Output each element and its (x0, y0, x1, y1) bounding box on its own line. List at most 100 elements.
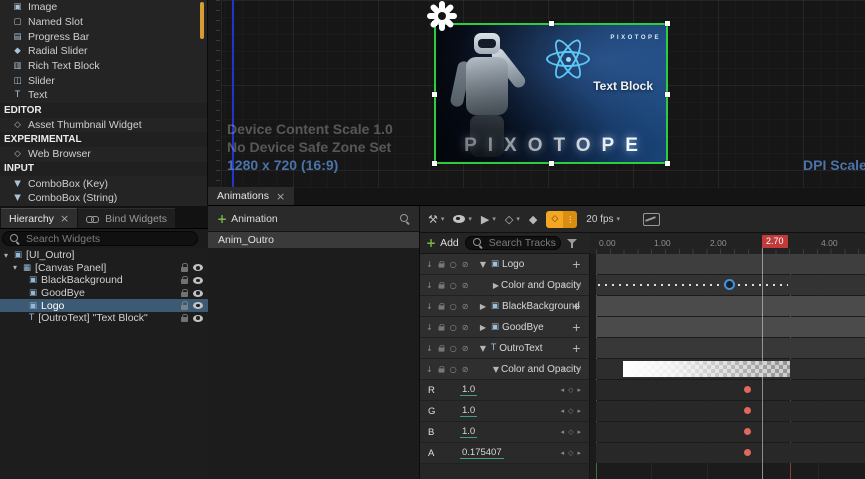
visibility-eye-icon[interactable] (193, 290, 203, 297)
tree-item-logo[interactable]: ▣ Logo (0, 299, 208, 312)
pin-icon[interactable]: ↓ (426, 344, 433, 353)
add-track-button[interactable]: + Add (426, 236, 459, 250)
mute-icon[interactable]: ⊘ (462, 302, 469, 311)
logo-image-preview[interactable]: PIXOTOPE Text Block PIXOTOPE (436, 25, 666, 162)
channel-row-r[interactable]: R 1.0 ◂◇▸ (420, 380, 589, 401)
lane-channel-g[interactable] (596, 401, 865, 421)
keyframe-dot-series[interactable] (598, 284, 788, 286)
curve-editor-button[interactable] (643, 213, 660, 226)
track-row-logo[interactable]: ↓○⊘ ▼ ▣ Logo + (420, 254, 589, 275)
sequencer-options-button[interactable]: ⚒▾ (428, 213, 444, 226)
palette-item-named-slot[interactable]: ▢Named Slot (0, 15, 207, 30)
mute-icon[interactable]: ⊘ (462, 365, 469, 374)
resize-handle[interactable] (432, 92, 437, 97)
close-icon[interactable]: × (276, 190, 285, 203)
resize-handle[interactable] (665, 92, 670, 97)
palette-section-experimental[interactable]: EXPERIMENTAL (0, 132, 207, 147)
palette-scrollbar[interactable] (200, 2, 204, 39)
palette-item-radial-slider[interactable]: ◆Radial Slider (0, 44, 207, 59)
tab-bind-widgets[interactable]: Bind Widgets (78, 208, 175, 228)
lock-icon[interactable] (438, 305, 444, 309)
tree-item-ui-outro[interactable]: ▾ ▣ [UI_Outro] (0, 249, 208, 262)
next-keyframe-icon[interactable]: ▸ (577, 428, 581, 436)
palette-item-combobox-string[interactable]: ▼ComboBox (String) (0, 191, 207, 206)
add-keyframe-icon[interactable]: ◇ (568, 449, 573, 457)
lane-logo[interactable] (596, 254, 865, 274)
expander-icon[interactable]: ▼ (478, 260, 488, 269)
tab-animations[interactable]: Animations × (208, 187, 294, 205)
next-keyframe-icon[interactable]: ▸ (577, 386, 581, 394)
fps-dropdown[interactable]: 20 fps ▾ (586, 214, 620, 225)
solo-icon[interactable]: ○ (450, 344, 457, 353)
expander-icon[interactable]: ▼ (491, 365, 501, 374)
previous-keyframe-icon[interactable]: ◂ (561, 281, 565, 289)
keyframe-options-button[interactable]: ◇▾ (505, 213, 520, 226)
filter-icon[interactable] (567, 239, 577, 248)
selected-widget-bounds[interactable]: PIXOTOPE Text Block PIXOTOPE (434, 23, 668, 164)
channel-row-g[interactable]: G 1.0 ◂◇▸ (420, 401, 589, 422)
lock-icon[interactable] (438, 326, 444, 330)
timeline-area[interactable]: 0.00 1.00 2.00 4.00 2.70 (590, 233, 865, 479)
expander-icon[interactable]: ▼ (478, 344, 488, 353)
add-animation-button[interactable]: + Animation (217, 212, 278, 226)
playhead-line[interactable] (762, 245, 763, 479)
add-section-icon[interactable]: + (572, 258, 581, 271)
keyframe-b[interactable] (744, 428, 751, 435)
lock-icon[interactable] (438, 368, 444, 372)
palette-item-combobox-key[interactable]: ▼ComboBox (Key) (0, 176, 207, 191)
keyframe-g[interactable] (744, 407, 751, 414)
add-keyframe-icon[interactable]: ◇ (568, 407, 573, 415)
solo-icon[interactable]: ○ (450, 302, 457, 311)
palette-item-asset-thumbnail[interactable]: ◇Asset Thumbnail Widget (0, 118, 207, 133)
keyframe-r[interactable] (744, 386, 751, 393)
expander-icon[interactable]: ▶ (478, 302, 488, 311)
tree-item-blackbackground[interactable]: ▣ BlackBackground (0, 274, 208, 287)
solo-icon[interactable]: ○ (450, 323, 457, 332)
next-keyframe-icon[interactable]: ▸ (577, 281, 581, 289)
lock-icon[interactable] (438, 284, 444, 288)
add-keyframe-icon[interactable]: ◇ (568, 428, 573, 436)
solo-icon[interactable]: ○ (450, 365, 457, 374)
lane-channel-a[interactable] (596, 443, 865, 463)
playback-options-button[interactable]: ▶▾ (481, 213, 496, 226)
next-keyframe-icon[interactable]: ▸ (577, 449, 581, 457)
key-all-button[interactable]: ◆ (529, 213, 537, 226)
playhead-time-badge[interactable]: 2.70 (762, 235, 788, 248)
lock-icon[interactable] (181, 317, 188, 322)
search-animations-icon[interactable] (400, 214, 410, 224)
add-keyframe-icon[interactable]: ◇ (568, 281, 573, 289)
solo-icon[interactable]: ○ (450, 281, 457, 290)
pin-icon[interactable]: ↓ (426, 302, 433, 311)
mute-icon[interactable]: ⊘ (462, 323, 469, 332)
palette-item-text[interactable]: TText (0, 88, 207, 103)
selected-keyframe[interactable] (724, 279, 735, 290)
mute-icon[interactable]: ⊘ (462, 260, 469, 269)
expander-icon[interactable]: ▾ (4, 251, 14, 260)
palette-item-slider[interactable]: ◫Slider (0, 73, 207, 88)
track-row-color-opacity-outrotext[interactable]: ↓○⊘ ▼ Color and Opacity ◂◇▸ (420, 359, 589, 380)
tree-item-outrotext[interactable]: T [OutroText] "Text Block" (0, 312, 208, 325)
track-row-blackbackground[interactable]: ↓○⊘ ▶ ▣ BlackBackground + (420, 296, 589, 317)
track-lanes[interactable] (590, 254, 865, 479)
pin-icon[interactable]: ↓ (426, 365, 433, 374)
lock-icon[interactable] (438, 263, 444, 267)
lock-icon[interactable] (438, 347, 444, 351)
visibility-eye-icon[interactable] (193, 315, 203, 322)
previous-keyframe-icon[interactable]: ◂ (561, 407, 565, 415)
lock-icon[interactable] (181, 305, 188, 310)
previous-keyframe-icon[interactable]: ◂ (561, 365, 565, 373)
add-section-icon[interactable]: + (572, 300, 581, 313)
previous-keyframe-icon[interactable]: ◂ (561, 428, 565, 436)
channel-value-input[interactable]: 1.0 (460, 426, 477, 438)
next-keyframe-icon[interactable]: ▸ (577, 407, 581, 415)
pin-icon[interactable]: ↓ (426, 323, 433, 332)
design-viewport[interactable]: Device Content Scale 1.0 No Device Safe … (208, 0, 865, 188)
resize-handle[interactable] (665, 161, 670, 166)
expander-icon[interactable]: ▶ (478, 323, 488, 332)
close-icon[interactable]: × (60, 212, 69, 225)
palette-item-progress-bar[interactable]: ▤Progress Bar (0, 29, 207, 44)
lane-channel-r[interactable] (596, 380, 865, 400)
track-row-color-opacity[interactable]: ↓○⊘ ▶ Color and Opacity ◂◇▸ (420, 275, 589, 296)
animation-list-item[interactable]: Anim_Outro (208, 232, 419, 248)
lane-outrotext[interactable] (596, 338, 865, 358)
